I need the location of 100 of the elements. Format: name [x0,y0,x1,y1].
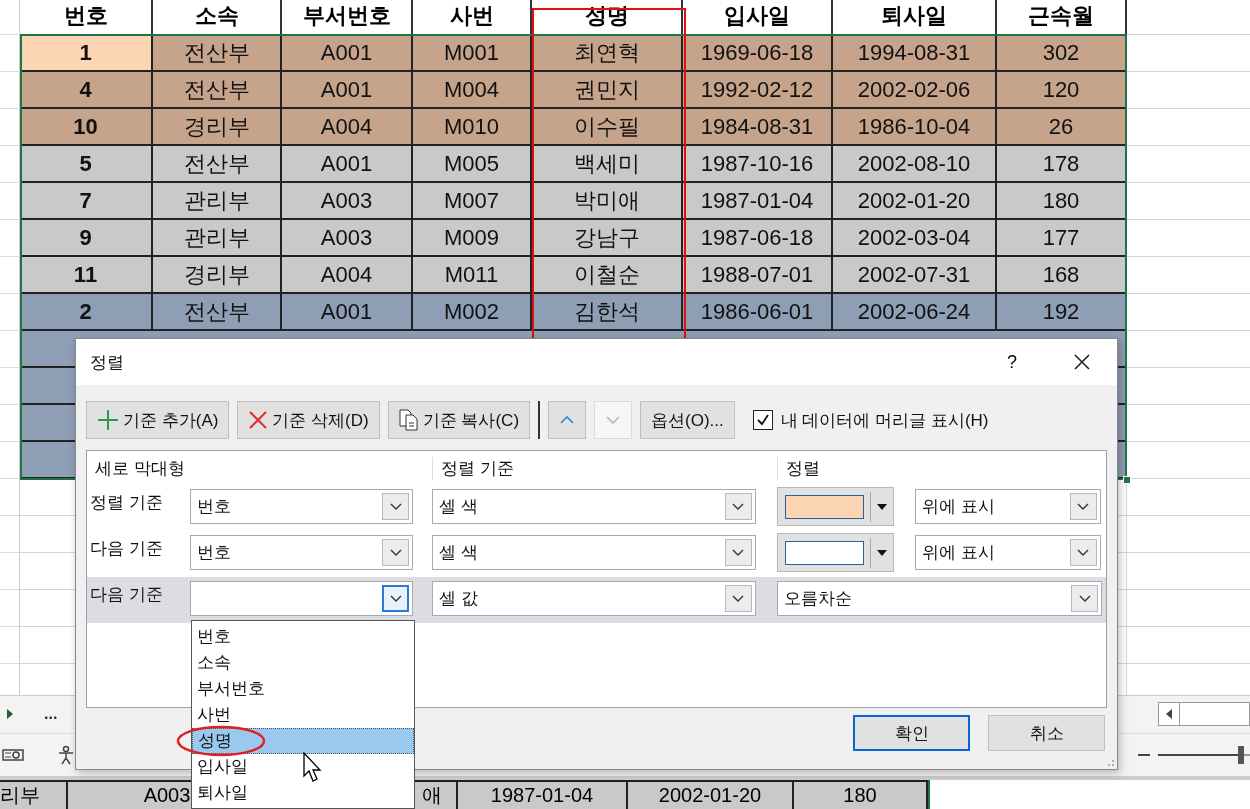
table-cell: 경리부 [153,109,282,146]
copy-icon [398,409,419,431]
table-cell: 2002-08-10 [833,146,997,183]
toolbar-button[interactable]: 기준 추가(A) [86,401,230,439]
next-sheet-icon[interactable] [6,708,14,721]
toolbar-button[interactable]: 기준 복사(C) [387,401,531,439]
table-cell: 168 [997,257,1127,294]
chevron-down-icon [725,539,752,566]
table-cell: M005 [413,146,532,183]
row-header[interactable] [0,590,20,627]
table-cell: 1994-08-31 [833,35,997,72]
chevron-down-icon [725,493,752,520]
move-up-button[interactable] [548,401,587,439]
resize-grip-icon[interactable] [1105,757,1115,767]
row-header[interactable] [0,479,20,516]
help-button[interactable]: ? [977,339,1047,385]
chevron-down-icon [382,585,409,612]
dropdown-field[interactable]: 위에 표시 [915,489,1101,524]
table-cell: 26 [997,109,1127,146]
table-cell: A003 [282,220,413,257]
dropdown-field[interactable]: 번호 [190,535,413,570]
slider-thumb[interactable] [1237,746,1244,765]
row-header[interactable] [0,553,20,590]
row-header[interactable] [0,146,20,183]
table-cell: 1986-06-01 [683,294,833,331]
table-cell: 180 [997,183,1127,220]
column-header: 세로 막대형 [94,457,186,480]
color-picker[interactable] [777,533,894,572]
table-cell: A004 [282,109,413,146]
row-header[interactable] [0,331,20,368]
list-item[interactable]: 성명 [192,728,414,754]
options-button[interactable]: 옵션(O)... [640,401,735,439]
table-cell: 2002-02-06 [833,72,997,109]
table-cell: 관리부 [153,183,282,220]
toolbar-button[interactable]: 기준 삭제(D) [237,401,380,439]
list-item[interactable]: 번호 [192,624,414,650]
table-cell: 리부 [0,780,68,809]
table-cell: A001 [282,146,413,183]
table-cell: 이수필 [532,109,683,146]
row-header[interactable] [0,183,20,220]
table-cell: 1969-06-18 [683,35,833,72]
list-item[interactable]: 입사일 [192,754,414,780]
row-header[interactable] [0,368,20,405]
row-header[interactable] [0,405,20,442]
table-cell: M007 [413,183,532,220]
row-header[interactable] [0,294,20,331]
close-icon [1073,353,1091,371]
table-cell: 1987-06-18 [683,220,833,257]
row-header[interactable] [0,0,20,35]
column-header: 정렬 [777,456,820,480]
chevron-down-icon [1071,585,1098,612]
dropdown-field[interactable] [190,581,413,616]
row-header[interactable] [0,627,20,664]
macro-record-icon[interactable] [2,747,24,764]
table-cell: 전산부 [153,35,282,72]
table-cell: 192 [997,294,1127,331]
list-item[interactable]: 사번 [192,702,414,728]
more-sheets-button[interactable]: ... [44,705,58,724]
cancel-button[interactable]: 취소 [988,715,1105,751]
row-header[interactable] [0,442,20,479]
row-header[interactable] [0,516,20,553]
table-cell: 10 [20,109,153,146]
table-cell: 2002-07-31 [833,257,997,294]
row-header[interactable] [0,257,20,294]
dialog-title: 정렬 [90,351,124,374]
chevron-down-icon [382,539,409,566]
ok-button[interactable]: 확인 [853,715,970,751]
table-cell: 2002-06-24 [833,294,997,331]
table-cell: 김한석 [532,294,683,331]
dropdown-field[interactable]: 위에 표시 [915,535,1101,570]
table-cell: 5 [20,146,153,183]
table-cell: 302 [997,35,1127,72]
list-item[interactable]: 부서번호 [192,676,414,702]
list-item[interactable]: 소속 [192,650,414,676]
accessibility-icon[interactable] [56,745,76,766]
table-cell: 1 [20,35,153,72]
caret-icon [870,537,887,568]
selected-row[interactable]: 다음 기준 셀 값 오름차순 [87,577,1106,623]
table-cell: 1987-10-16 [683,146,833,183]
row-header[interactable] [0,35,20,72]
fill-handle[interactable] [1123,476,1131,484]
dropdown-field[interactable]: 셀 값 [432,581,756,616]
row-header[interactable] [0,72,20,109]
table-cell: A001 [282,72,413,109]
checkbox[interactable] [752,410,773,430]
row-header[interactable] [0,220,20,257]
table-cell: 백세미 [532,146,683,183]
dropdown-field[interactable]: 번호 [190,489,413,524]
table-cell: 1987-01-04 [458,780,628,809]
dropdown-field[interactable]: 오름차순 [777,581,1102,616]
horizontal-scrollbar[interactable] [1158,702,1250,727]
row-header[interactable] [0,109,20,146]
dropdown-field[interactable]: 셀 색 [432,535,756,570]
table-cell: 2002-03-04 [833,220,997,257]
table-cell: 7 [20,183,153,220]
chevron-down-icon [605,414,622,426]
color-picker[interactable] [777,487,894,526]
table-cell: 전산부 [153,72,282,109]
checkbox-label[interactable]: 내 데이터에 머리글 표시(H) [780,408,989,432]
dropdown-field[interactable]: 셀 색 [432,489,756,524]
